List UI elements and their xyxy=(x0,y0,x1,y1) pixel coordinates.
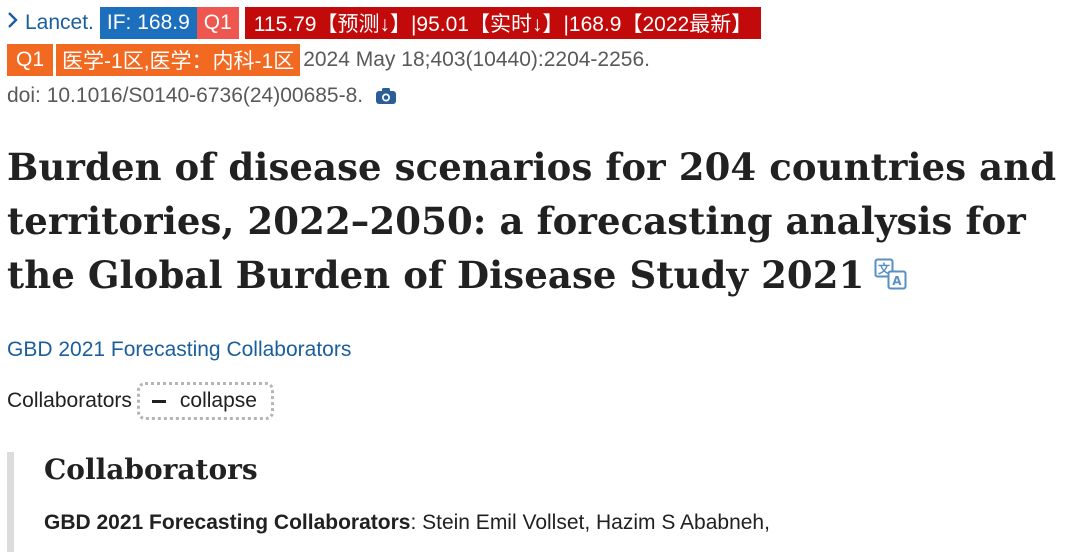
cas-quartile-badge[interactable]: Q1 xyxy=(7,44,54,76)
collaborators-toggle-row: Collaborators collapse xyxy=(7,382,274,420)
journal-metrics-row: Lancet. IF: 168.9 Q1 115.79【预测↓】|95.01【实… xyxy=(7,6,762,40)
journal-name: Lancet. xyxy=(25,11,94,34)
collapse-label: collapse xyxy=(179,389,257,412)
impact-factor-badge[interactable]: IF: 168.9 xyxy=(99,7,197,39)
chevron-right-icon xyxy=(7,11,19,35)
article-title-heading: Burden of disease scenarios for 204 coun… xyxy=(7,140,1075,304)
collaborators-section: Collaborators GBD 2021 Forecasting Colla… xyxy=(7,452,1077,552)
collapse-button[interactable]: collapse xyxy=(136,382,274,420)
collaborator-group-name: GBD 2021 Forecasting Collaborators xyxy=(44,511,411,534)
doi-row: doi: 10.1016/S0140-6736(24)00685-8. xyxy=(7,82,397,110)
minus-icon xyxy=(151,399,166,403)
camera-icon[interactable] xyxy=(375,87,397,105)
collaborators-list: GBD 2021 Forecasting Collaborators: Stei… xyxy=(44,511,770,535)
translate-icon[interactable]: 文 A xyxy=(874,250,908,304)
collaborators-heading: Collaborators xyxy=(44,453,258,486)
collaborator-names: : Stein Emil Vollset, Hazim S Ababneh, xyxy=(410,511,770,534)
citation-row: Q1 医学-1区,医学：内科-1区 2024 May 18;403(10440)… xyxy=(7,44,650,76)
svg-text:A: A xyxy=(893,274,903,288)
journal-link[interactable]: Lancet. xyxy=(7,11,94,35)
citation-date-volume: 2024 May 18;403(10440):2204-2256. xyxy=(303,48,650,71)
collaborators-label: Collaborators xyxy=(7,389,132,412)
authors-link[interactable]: GBD 2021 Forecasting Collaborators xyxy=(7,338,351,362)
cas-zone-badge[interactable]: 医学-1区,医学：内科-1区 xyxy=(56,44,301,76)
jcr-quartile-badge[interactable]: Q1 xyxy=(196,7,239,39)
metrics-badge[interactable]: 115.79【预测↓】|95.01【实时↓】|168.9【2022最新】 xyxy=(244,7,762,39)
doi-text: doi: 10.1016/S0140-6736(24)00685-8. xyxy=(7,84,364,107)
